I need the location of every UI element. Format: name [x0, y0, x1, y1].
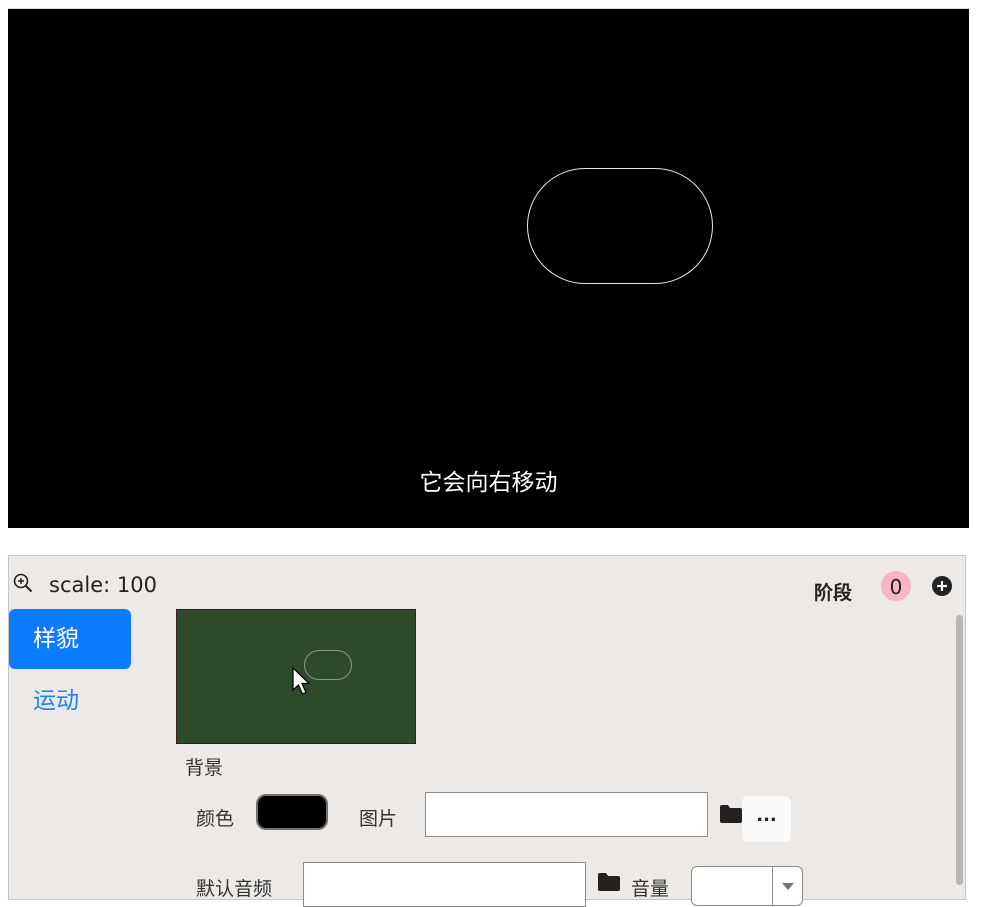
folder-icon[interactable] — [719, 804, 743, 824]
stadium-shape — [527, 168, 713, 284]
volume-label: 音量 — [631, 878, 670, 900]
editor-panel: scale: 100 阶段 0 样貌 运动 背景 颜色 图片 ... 默认音频 … — [8, 555, 967, 907]
zoom-in-icon[interactable] — [13, 573, 33, 593]
scale-readout: scale: 100 — [49, 573, 157, 597]
tab-appearance[interactable]: 样貌 — [9, 609, 131, 669]
background-label: 背景 — [185, 757, 224, 779]
color-label: 颜色 — [196, 808, 235, 830]
tab-motion[interactable]: 运动 — [9, 671, 131, 731]
background-thumbnail[interactable] — [176, 609, 416, 744]
chevron-down-icon[interactable] — [772, 867, 802, 905]
panel-scrollbar[interactable] — [953, 609, 967, 899]
image-label: 图片 — [359, 808, 398, 830]
default-audio-input[interactable] — [303, 862, 586, 907]
default-audio-label: 默认音频 — [196, 878, 273, 900]
preview-stage: 它会向右移动 — [8, 8, 969, 528]
stage-label: 阶段 — [814, 582, 853, 604]
add-circle-icon[interactable] — [931, 575, 953, 597]
audio-folder-icon[interactable] — [597, 872, 621, 892]
scrollbar-thumb[interactable] — [956, 615, 963, 885]
color-picker[interactable] — [256, 794, 328, 830]
more-options-button[interactable]: ... — [742, 796, 791, 842]
thumbnail-stadium-shape — [304, 650, 352, 680]
volume-select[interactable] — [691, 866, 803, 906]
mouse-cursor-icon — [292, 666, 311, 695]
stage-caption: 它会向右移动 — [419, 470, 558, 496]
stage-count-badge[interactable]: 0 — [881, 571, 911, 601]
image-input[interactable] — [425, 792, 708, 837]
